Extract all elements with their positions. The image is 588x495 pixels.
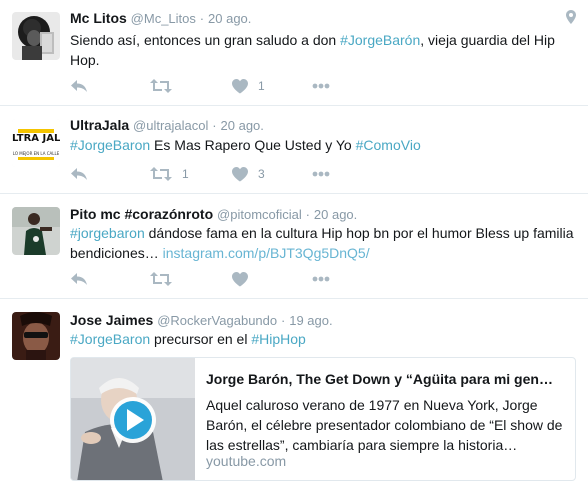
avatar-logo-text: ULTRA JALA bbox=[12, 133, 60, 144]
heart-icon bbox=[232, 271, 248, 286]
avatar-jose-jaimes[interactable] bbox=[12, 312, 60, 360]
retweet-icon bbox=[150, 79, 172, 93]
hashtag-link[interactable]: #ComoVio bbox=[356, 137, 421, 153]
retweet-count: 1 bbox=[182, 167, 189, 181]
tweet-text: Siendo así, entonces un gran saludo a do… bbox=[70, 30, 575, 70]
tweet-actions bbox=[70, 270, 370, 290]
reply-icon bbox=[71, 168, 87, 180]
tweet-header: Mc Litos @Mc_Litos · 20 ago. bbox=[70, 10, 251, 26]
reply-button[interactable] bbox=[70, 270, 88, 288]
separator: · bbox=[199, 11, 205, 26]
separator: · bbox=[305, 207, 310, 222]
more-button[interactable] bbox=[312, 270, 330, 288]
card-domain: youtube.com bbox=[206, 453, 287, 469]
like-button[interactable] bbox=[232, 270, 248, 288]
avatar-ultrajala[interactable]: ULTRA JALA LO MEJOR EN LA CALLE bbox=[12, 119, 60, 167]
text-part: Es Mas Rapero Que Usted y Yo bbox=[150, 137, 356, 153]
avatar-logo-subtext: LO MEJOR EN LA CALLE bbox=[13, 151, 60, 156]
fullname[interactable]: UltraJala bbox=[70, 117, 129, 133]
hashtag-link[interactable]: #JorgeBaron bbox=[70, 331, 150, 347]
location-pin-icon[interactable] bbox=[566, 10, 576, 24]
handle[interactable]: @ultrajalacol bbox=[133, 118, 208, 133]
like-count: 3 bbox=[258, 167, 265, 181]
url-link[interactable]: instagram.com/p/BJT3Qg5DnQ5/ bbox=[163, 245, 370, 261]
separator: · bbox=[212, 118, 217, 133]
card-description: Aquel caluroso verano de 1977 en Nueva Y… bbox=[206, 397, 563, 453]
tweet-header: Jose Jaimes @RockerVagabundo · 19 ago. bbox=[70, 312, 333, 328]
reply-icon bbox=[71, 80, 87, 92]
tweet-actions: 1 3 bbox=[70, 165, 370, 185]
retweet-icon bbox=[150, 272, 172, 286]
tweet-1[interactable]: Mc Litos @Mc_Litos · 20 ago. Siendo así,… bbox=[0, 0, 588, 106]
reply-button[interactable] bbox=[70, 165, 88, 183]
tweet-text: #JorgeBaron precursor en el #HipHop bbox=[70, 329, 575, 349]
heart-icon bbox=[232, 166, 248, 181]
fullname[interactable]: Mc Litos bbox=[70, 10, 127, 26]
tweet-text: #JorgeBaron Es Mas Rapero Que Usted y Yo… bbox=[70, 135, 575, 155]
hashtag-link[interactable]: #JorgeBarón bbox=[340, 32, 420, 48]
handle[interactable]: @RockerVagabundo bbox=[157, 313, 277, 328]
retweet-button[interactable]: 1 bbox=[150, 165, 189, 183]
timestamp[interactable]: 19 ago. bbox=[289, 313, 332, 328]
separator: · bbox=[281, 313, 286, 328]
tweet-text: #jorgebaron dándose fama en la cultura H… bbox=[70, 223, 575, 263]
like-button[interactable]: 1 bbox=[232, 77, 265, 95]
retweet-icon bbox=[150, 167, 172, 181]
link-card[interactable]: Jorge Barón, The Get Down y “Agüita para… bbox=[70, 357, 576, 481]
tweet-actions: 1 bbox=[70, 77, 370, 97]
tweet-header: Pito mc #corazónroto @pitomcoficial · 20… bbox=[70, 206, 357, 222]
card-title[interactable]: Jorge Barón, The Get Down y “Agüita para… bbox=[206, 371, 568, 387]
timestamp[interactable]: 20 ago. bbox=[221, 118, 264, 133]
more-dots-icon bbox=[312, 171, 330, 177]
tweet-3[interactable]: Pito mc #corazónroto @pitomcoficial · 20… bbox=[0, 195, 588, 299]
like-button[interactable]: 3 bbox=[232, 165, 265, 183]
avatar-pito-mc[interactable] bbox=[12, 207, 60, 255]
handle[interactable]: @pitomcoficial bbox=[217, 207, 302, 222]
fullname[interactable]: Pito mc #corazónroto bbox=[70, 206, 213, 222]
timestamp[interactable]: 20 ago. bbox=[314, 207, 357, 222]
avatar-mc-litos[interactable] bbox=[12, 12, 60, 60]
handle[interactable]: @Mc_Litos bbox=[131, 11, 196, 26]
hashtag-link[interactable]: #JorgeBaron bbox=[70, 137, 150, 153]
more-dots-icon bbox=[312, 83, 330, 89]
timestamp[interactable]: 20 ago. bbox=[208, 11, 251, 26]
reply-icon bbox=[71, 273, 87, 285]
hashtag-link[interactable]: #HipHop bbox=[251, 331, 305, 347]
hashtag-link[interactable]: #jorgebaron bbox=[70, 225, 145, 241]
retweet-button[interactable] bbox=[150, 270, 172, 288]
card-thumbnail[interactable] bbox=[71, 358, 195, 480]
retweet-button[interactable] bbox=[150, 77, 172, 95]
text-part: precursor en el bbox=[150, 331, 252, 347]
heart-icon bbox=[232, 78, 248, 93]
more-button[interactable] bbox=[312, 165, 330, 183]
more-button[interactable] bbox=[312, 77, 330, 95]
like-count: 1 bbox=[258, 79, 265, 93]
reply-button[interactable] bbox=[70, 77, 88, 95]
tweet-2[interactable]: ULTRA JALA LO MEJOR EN LA CALLE UltraJal… bbox=[0, 107, 588, 194]
tweet-header: UltraJala @ultrajalacol · 20 ago. bbox=[70, 117, 264, 133]
text-part: Siendo así, entonces un gran saludo a do… bbox=[70, 32, 341, 48]
more-dots-icon bbox=[312, 276, 330, 282]
fullname[interactable]: Jose Jaimes bbox=[70, 312, 153, 328]
